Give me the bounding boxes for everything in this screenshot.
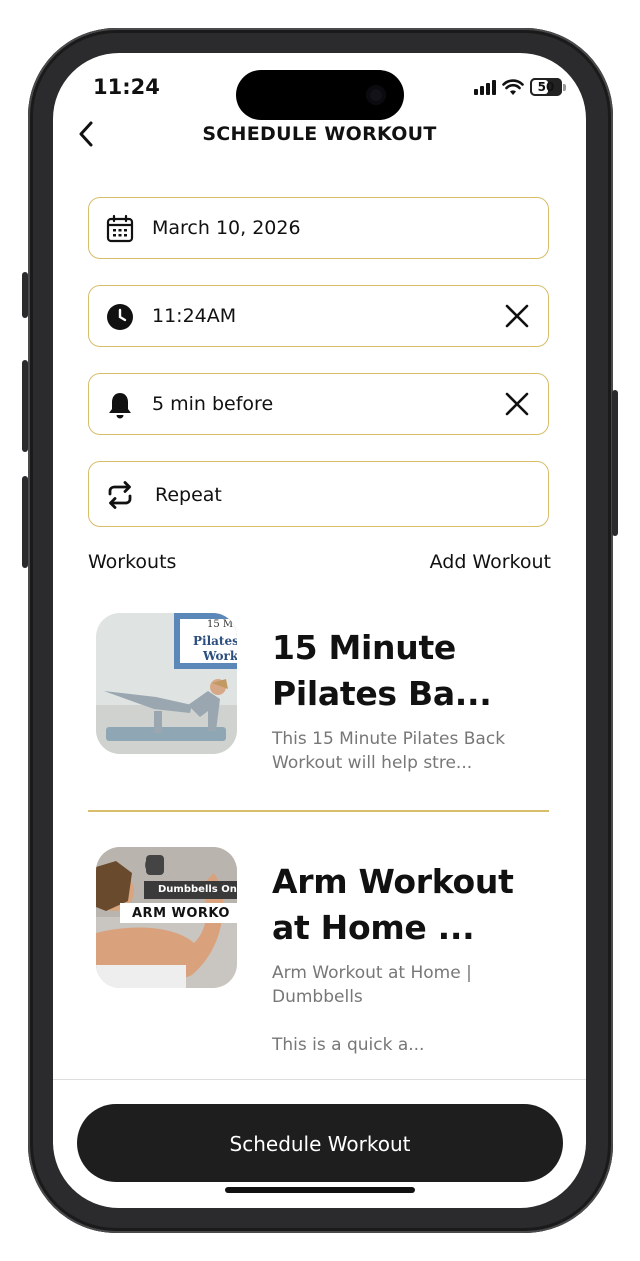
workout-description-line-1: This 15 Minute Pilates Back [272,729,506,749]
workout-title-line-2: Pilates Ba... [272,674,492,713]
divider [88,810,549,812]
workout-description-line-3: This is a quick a... [272,1035,425,1055]
status-time: 11:24 [93,75,160,99]
workout-card[interactable]: 15 M Pilates Work 15 Minute Pilates Ba..… [88,613,549,793]
date-field[interactable]: March 10, 2026 [88,197,549,259]
schedule-workout-button[interactable]: Schedule Workout [77,1104,563,1182]
reminder-field[interactable]: 5 min before [88,373,549,435]
bell-icon [109,393,131,419]
clear-reminder-icon[interactable] [504,391,530,417]
workout-title-line-1: Arm Workout [272,862,514,901]
workouts-label: Workouts [88,551,177,573]
wifi-icon [502,78,524,95]
camera-icon [366,85,386,105]
workout-title-line-1: 15 Minute [272,628,457,667]
workout-title-line-2: at Home ... [272,908,475,947]
status-icons: 50 [474,78,566,96]
thumb-text-1: 15 M [207,619,234,630]
volume-up-button [22,360,28,452]
action-button [22,272,28,318]
thumb-text-1: Dumbbells Only [158,884,237,895]
thumb-text-2: Pilates [193,634,237,648]
clock-icon [107,304,133,330]
repeat-label: Repeat [155,484,222,506]
workout-description-line-2: Dumbbells [272,987,363,1007]
page-title: SCHEDULE WORKOUT [202,123,437,145]
screen: 11:24 50 SCHEDULE WORKOUT March 10, 2026… [53,53,586,1208]
cellular-signal-icon [474,79,496,95]
add-workout-button[interactable]: Add Workout [430,551,551,573]
reminder-value: 5 min before [152,393,274,415]
workout-description-line-1: Arm Workout at Home | [272,963,472,983]
thumb-text-3: Work [203,649,237,663]
calendar-icon [106,214,134,243]
thumb-text-2: ARM WORKO [132,906,230,921]
workout-thumbnail: Dumbbells Only ARM WORKO [96,847,237,988]
repeat-field[interactable]: Repeat [88,461,549,527]
repeat-icon [108,481,132,509]
dynamic-island [236,70,404,120]
bottom-separator [53,1079,586,1080]
workout-description: Arm Workout at Home | Dumbbells This is … [272,961,542,1057]
battery-icon: 50 [530,78,562,96]
clear-time-icon[interactable] [504,303,530,329]
time-field[interactable]: 11:24AM [88,285,549,347]
workout-card[interactable]: Dumbbells Only ARM WORKO Arm Workout at … [88,847,549,1067]
workout-description: This 15 Minute Pilates Back Workout will… [272,727,542,775]
date-value: March 10, 2026 [152,217,301,239]
workout-title: Arm Workout at Home ... [272,859,542,951]
power-button [612,390,618,536]
volume-down-button [22,476,28,568]
time-value: 11:24AM [152,305,237,327]
home-indicator[interactable] [225,1187,415,1193]
workout-thumbnail: 15 M Pilates Work [96,613,237,754]
workout-title: 15 Minute Pilates Ba... [272,625,542,717]
workout-description-line-2: Workout will help stre... [272,753,473,773]
battery-level: 50 [537,80,555,94]
header: SCHEDULE WORKOUT [53,115,586,155]
